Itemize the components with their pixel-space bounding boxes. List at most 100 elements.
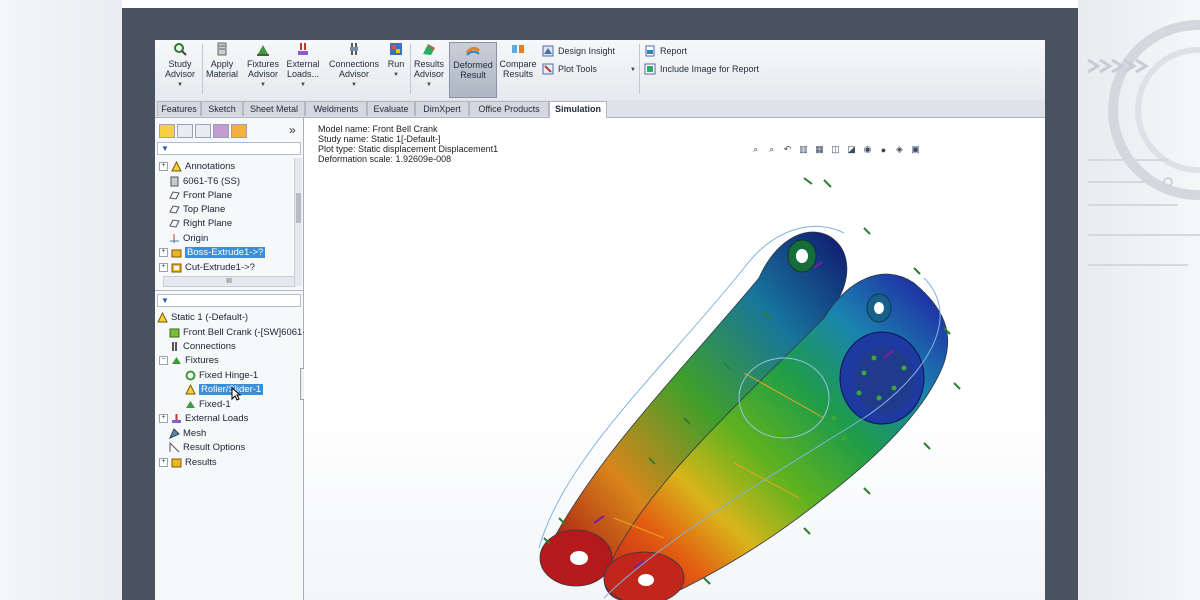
compare-results-button[interactable]: Compare Results	[498, 42, 538, 96]
expand-icon[interactable]: +	[159, 162, 168, 171]
tree-item-external-loads[interactable]: + External Loads	[159, 413, 248, 424]
mesh-icon	[169, 428, 180, 439]
ribbon-separator	[639, 44, 640, 94]
tree-item-mesh[interactable]: Mesh	[169, 428, 206, 439]
compare-results-label-1: Compare	[499, 59, 537, 69]
tab-dimxpert[interactable]: DimXpert	[415, 101, 469, 116]
expand-icon[interactable]: +	[159, 263, 168, 272]
tree-item-connections[interactable]: Connections	[169, 341, 236, 352]
tree-item-material[interactable]: 6061-T6 (SS)	[169, 176, 240, 187]
tree-item-label: Static 1 (-Default-)	[171, 312, 249, 323]
fixtures-advisor-button[interactable]: Fixtures Advisor ▼	[244, 42, 282, 96]
tree-item-top-plane[interactable]: Top Plane	[169, 204, 225, 215]
plane-icon	[169, 205, 180, 214]
expand-icon[interactable]: +	[159, 458, 168, 467]
chevron-down-icon: ▼	[177, 82, 183, 88]
external-loads-icon	[172, 414, 181, 423]
design-insight-icon	[542, 45, 554, 57]
configuration-manager-tab-icon[interactable]	[195, 124, 211, 138]
study-advisor-label-1: Study	[168, 59, 192, 69]
results-advisor-button[interactable]: Results Advisor ▼	[412, 42, 446, 96]
feature-filter-icon[interactable]: ▼	[157, 142, 301, 155]
results-advisor-label-2: Advisor	[413, 69, 444, 79]
connections-icon	[172, 342, 177, 351]
tree-item-label: External Loads	[185, 413, 249, 424]
include-image-label: Include Image for Report	[660, 64, 760, 74]
tree-item-annotations[interactable]: + Annotations	[159, 161, 235, 172]
annotations-icon	[171, 161, 182, 172]
tree-item-label-selected: Boss-Extrude1->?	[185, 247, 266, 258]
tab-simulation[interactable]: Simulation	[549, 101, 607, 118]
apply-material-button[interactable]: Apply Material	[204, 42, 240, 96]
magnifier-study-icon	[174, 43, 187, 56]
expand-icon[interactable]: +	[159, 414, 168, 423]
feature-tree-scrollbar[interactable]	[294, 158, 302, 286]
tree-item-label: Top Plane	[183, 204, 226, 215]
panel-expand-icon[interactable]: »	[289, 123, 296, 137]
collapse-icon[interactable]: −	[159, 356, 168, 365]
study-advisor-button[interactable]: Study Advisor ▼	[161, 42, 199, 96]
external-loads-label-1: External	[286, 59, 320, 69]
solidworks-window: Study Advisor ▼ Apply Material Fixtures …	[155, 40, 1045, 600]
tree-item-roller-slider[interactable]: Roller/Slider-1	[185, 384, 264, 395]
feature-tree-hscrollbar[interactable]: III	[163, 276, 295, 287]
report-button[interactable]: Report	[644, 45, 687, 57]
tab-office-products[interactable]: Office Products	[469, 101, 549, 116]
apply-material-label-1: Apply	[210, 59, 234, 69]
connections-advisor-button[interactable]: Connections Advisor ▼	[327, 42, 381, 96]
tab-sheet-metal[interactable]: Sheet Metal	[243, 101, 305, 116]
plot-tools-button[interactable]: Plot Tools	[542, 63, 597, 75]
plot-tools-icon	[542, 63, 554, 75]
results-icon	[171, 458, 182, 468]
plot-tools-label: Plot Tools	[558, 64, 597, 74]
include-image-button[interactable]: Include Image for Report	[644, 63, 759, 75]
plot-tools-chevron-icon[interactable]: ▼	[630, 67, 636, 73]
tree-item-static-study[interactable]: Static 1 (-Default-)	[157, 312, 248, 323]
tab-weldments[interactable]: Weldments	[305, 101, 367, 116]
tree-item-origin[interactable]: Origin	[169, 233, 208, 244]
tree-item-results[interactable]: + Results	[159, 457, 217, 468]
part-icon	[169, 328, 180, 338]
tree-item-fixtures[interactable]: − Fixtures	[159, 355, 219, 366]
bell-crank-model[interactable]	[304, 118, 1045, 600]
run-button[interactable]: Run ▼	[385, 42, 407, 96]
chevron-down-icon: ▼	[426, 82, 432, 88]
dimxpert-manager-tab-icon[interactable]	[213, 124, 229, 138]
connections-advisor-label-1: Connections	[328, 59, 380, 69]
study-filter-icon[interactable]: ▼	[157, 294, 301, 307]
tab-sketch[interactable]: Sketch	[201, 101, 243, 116]
tree-item-label: Connections	[183, 341, 236, 352]
tree-item-label: Result Options	[183, 442, 246, 453]
tree-item-fixed[interactable]: Fixed-1	[185, 399, 231, 410]
tree-item-cut-extrude[interactable]: + Cut-Extrude1->?	[159, 262, 255, 273]
result-options-icon	[169, 442, 180, 453]
tree-item-boss-extrude[interactable]: + Boss-Extrude1->?	[159, 247, 266, 258]
background-left	[0, 0, 122, 600]
design-insight-button[interactable]: Design Insight	[542, 45, 615, 57]
property-manager-tab-icon[interactable]	[177, 124, 193, 138]
tree-item-label: Fixed-1	[199, 399, 231, 410]
tree-item-label: Front Bell Crank (-[SW]6061-	[183, 327, 306, 338]
report-icon	[645, 45, 655, 57]
feature-manager-tab-icon[interactable]	[159, 124, 175, 138]
study-icon	[157, 312, 168, 323]
design-insight-label: Design Insight	[558, 46, 616, 56]
tree-item-right-plane[interactable]: Right Plane	[169, 218, 232, 229]
tab-features[interactable]: Features	[157, 101, 201, 116]
material-icon	[170, 176, 179, 187]
deformed-result-icon	[466, 46, 480, 56]
tree-item-front-plane[interactable]: Front Plane	[169, 190, 232, 201]
tree-item-part[interactable]: Front Bell Crank (-[SW]6061-	[169, 327, 305, 338]
display-manager-tab-icon[interactable]	[231, 124, 247, 138]
scrollbar-thumb[interactable]	[296, 193, 301, 223]
tab-evaluate[interactable]: Evaluate	[367, 101, 415, 116]
deformed-result-button[interactable]: Deformed Result	[449, 42, 497, 98]
tree-item-label: Mesh	[183, 428, 207, 439]
expand-icon[interactable]: +	[159, 248, 168, 257]
external-loads-button[interactable]: External Loads... ▼	[284, 42, 322, 96]
tree-item-fixed-hinge[interactable]: Fixed Hinge-1	[185, 370, 258, 381]
graphics-area[interactable]: Model name: Front Bell Crank Study name:…	[304, 118, 1045, 600]
tree-item-result-options[interactable]: Result Options	[169, 442, 245, 453]
tree-item-label: 6061-T6 (SS)	[183, 176, 241, 187]
tree-item-label: Right Plane	[183, 218, 233, 229]
